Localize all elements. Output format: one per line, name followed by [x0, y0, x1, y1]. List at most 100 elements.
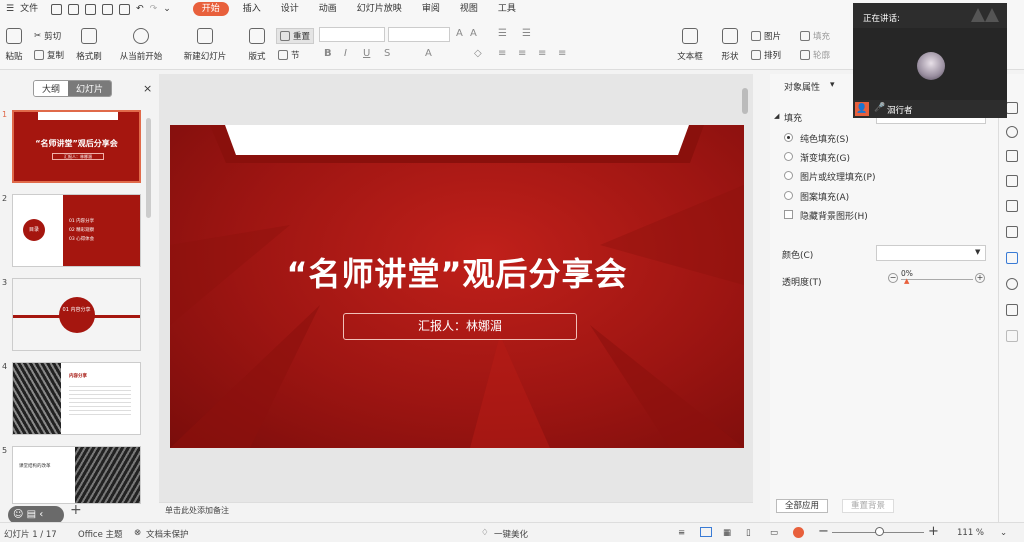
zoom-level[interactable]: 111 % [957, 528, 984, 538]
sorter-view-icon[interactable]: ▦ [723, 528, 731, 538]
image-icon[interactable] [1006, 304, 1018, 316]
theme-name[interactable]: Office 主题 [78, 528, 123, 540]
transparency-plus-icon[interactable]: + [975, 273, 985, 283]
format-painter-button[interactable]: 格式刷 [74, 28, 104, 62]
justify-icon[interactable]: ≡ [558, 48, 566, 59]
font-family-select[interactable] [319, 27, 385, 42]
underline-icon[interactable]: U [363, 48, 370, 59]
zoom-in-icon[interactable]: + [928, 524, 939, 539]
tab-design[interactable]: 设计 [271, 0, 309, 18]
fit-view-icon[interactable]: ▭ [770, 528, 778, 538]
slide-subtitle[interactable]: 汇报人：林娜湄 [343, 313, 577, 340]
gradient-fill-radio[interactable] [784, 152, 793, 161]
reading-view-icon[interactable]: ▯ [746, 528, 751, 538]
tab-outline[interactable]: 大纲 [34, 81, 69, 96]
tab-insert[interactable]: 插入 [233, 0, 271, 18]
layout-button[interactable]: 版式 [244, 28, 270, 62]
normal-view-icon[interactable] [700, 527, 712, 537]
hamburger-menu-icon[interactable]: ☰ [0, 0, 18, 18]
tab-review[interactable]: 审阅 [412, 0, 450, 18]
picture-button[interactable]: 图片 [751, 30, 781, 42]
clear-format-icon[interactable]: ◇ [474, 48, 482, 59]
redo-icon[interactable]: ↷ [147, 0, 161, 18]
transparency-slider[interactable] [901, 279, 973, 280]
undo-icon[interactable]: ↶ [133, 0, 147, 18]
new-slide-button[interactable]: 新建幻灯片 [180, 28, 230, 62]
arrange-button[interactable]: 排列 [751, 49, 781, 61]
slide-thumbnail-5[interactable]: 课堂结构的改革 [12, 446, 141, 504]
fill-section-toggle-icon[interactable]: ◢ [774, 112, 779, 120]
slide-thumbnail-4[interactable]: 内容分享 [12, 362, 141, 435]
align-center-icon[interactable]: ≡ [518, 48, 526, 59]
select-icon[interactable] [1006, 102, 1018, 114]
menu-file[interactable]: 文件 [18, 0, 48, 18]
cut-button[interactable]: ✂ 剪切 [34, 30, 61, 42]
reset-background-button[interactable]: 重置背景 [842, 499, 894, 513]
pin-icon[interactable] [1006, 226, 1018, 238]
zoom-menu-icon[interactable]: ⌄ [1000, 528, 1007, 538]
bold-icon[interactable]: B [324, 48, 332, 59]
text-box-button[interactable]: 文本框 [674, 28, 706, 62]
fill-button[interactable]: 填充 [800, 30, 830, 42]
italic-icon[interactable]: I [344, 48, 347, 59]
play-icon[interactable] [793, 527, 804, 538]
transparency-minus-icon[interactable]: − [888, 273, 898, 283]
triangle-icon[interactable] [1006, 150, 1018, 162]
doc-protect-status[interactable]: 文档未保护 [146, 528, 189, 540]
tab-slides[interactable]: 幻灯片 [68, 81, 112, 96]
notes-area[interactable]: 单击此处添加备注 [159, 502, 753, 522]
slide-thumbnail-2[interactable]: 目录 01 内容分享 02 精彩观察 03 心得体会 [12, 194, 141, 267]
save-icon[interactable] [68, 3, 80, 15]
hide-bg-checkbox[interactable] [784, 210, 793, 219]
picture-fill-radio[interactable] [784, 171, 793, 180]
cube-icon[interactable] [1006, 330, 1018, 342]
panel-title-dropdown-icon[interactable]: ▾ [830, 80, 835, 90]
print-icon[interactable] [102, 3, 114, 15]
close-panel-icon[interactable]: × [143, 82, 152, 95]
solid-fill-radio[interactable] [784, 133, 793, 142]
slide-current[interactable]: “名师讲堂”观后分享会 汇报人：林娜湄 [170, 125, 744, 448]
print-preview-icon[interactable] [119, 3, 131, 15]
number-list-icon[interactable]: ☰ [522, 28, 531, 39]
font-color-icon[interactable]: A [425, 48, 432, 59]
outline-button[interactable]: 轮廓 [800, 49, 830, 61]
quick-access-dropdown-icon[interactable]: ⌄ [160, 0, 189, 18]
play-from-current-button[interactable]: 从当前开始 [116, 28, 166, 62]
speaker-window[interactable]: 正在讲话: 👤 🎤 洄行者 [853, 3, 1007, 118]
copy-button[interactable]: 复制 [34, 49, 64, 61]
slide-thumbnail-1[interactable]: “名师讲堂”观后分享会 汇报人：林娜湄 [12, 110, 141, 183]
section-button[interactable]: 节 [278, 49, 300, 61]
slide-thumbnail-3[interactable]: 01 内容分享 [12, 278, 141, 351]
increase-font-icon[interactable]: A [456, 28, 463, 39]
reset-button[interactable]: 重置 [276, 28, 315, 44]
font-size-select[interactable] [388, 27, 450, 42]
align-right-icon[interactable]: ≡ [538, 48, 546, 59]
tab-home[interactable]: 开始 [192, 2, 229, 16]
zoom-slider-thumb[interactable] [875, 527, 884, 536]
shadow-icon[interactable]: S [384, 48, 390, 59]
add-slide-button[interactable]: + [70, 502, 82, 518]
tab-view[interactable]: 视图 [450, 0, 488, 18]
notes-view-icon[interactable]: ≡ [678, 528, 685, 538]
slide-title[interactable]: “名师讲堂”观后分享会 [170, 249, 744, 295]
decrease-font-icon[interactable]: A [470, 28, 477, 39]
align-left-icon[interactable]: ≡ [498, 48, 506, 59]
history-icon[interactable] [1006, 278, 1018, 290]
thumbs-scrollbar[interactable] [146, 118, 151, 218]
open-folder-icon[interactable] [51, 3, 63, 15]
shape-button[interactable]: 形状 [716, 28, 744, 62]
tab-slideshow[interactable]: 幻灯片放映 [347, 0, 412, 18]
save-as-icon[interactable] [85, 3, 97, 15]
color-select[interactable] [876, 245, 986, 261]
paste-button[interactable]: 粘贴 [2, 28, 26, 62]
tab-tools[interactable]: 工具 [488, 0, 526, 18]
canvas-scrollbar[interactable] [742, 88, 748, 114]
apply-all-button[interactable]: 全部应用 [776, 499, 828, 513]
shapes-icon[interactable] [1006, 126, 1018, 138]
pattern-fill-radio[interactable] [784, 191, 793, 200]
panel-title[interactable]: 对象属性 [784, 80, 820, 93]
properties-icon[interactable] [1006, 252, 1018, 264]
slider-thumb[interactable]: ▲ [904, 277, 909, 285]
zoom-out-icon[interactable]: − [818, 524, 829, 539]
beautify-button[interactable]: 一键美化 [494, 528, 528, 540]
